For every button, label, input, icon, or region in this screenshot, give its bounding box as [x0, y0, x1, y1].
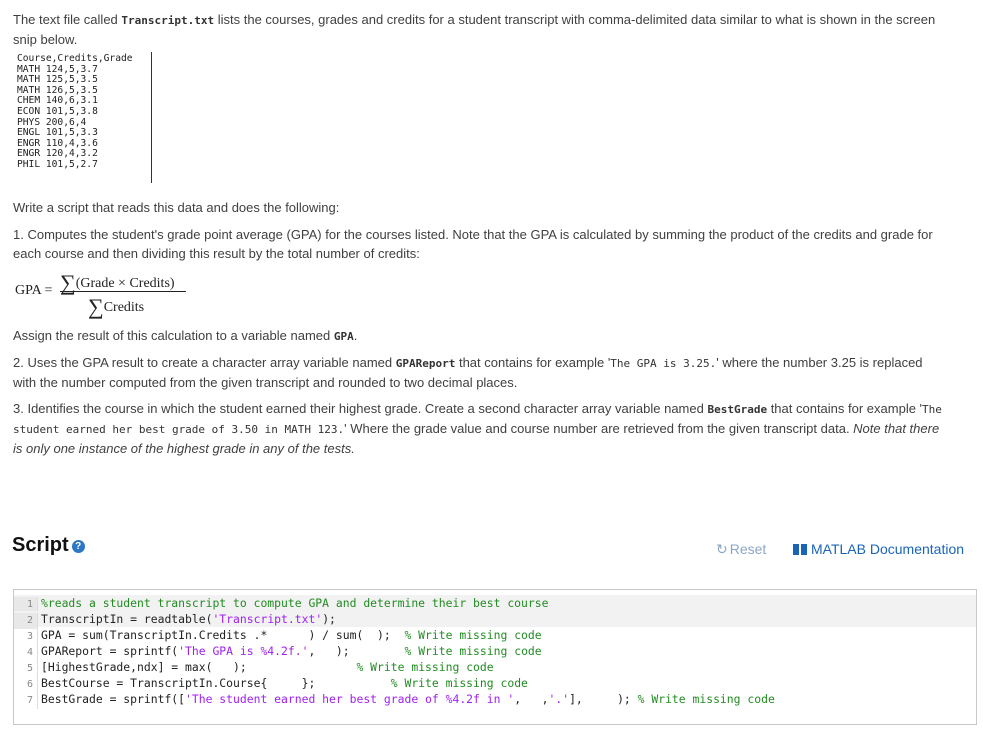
code-line[interactable]: 4 GPAReport = sprintf('The GPA is %4.2f.'… — [14, 643, 976, 661]
code-text: [HighestGrade,ndx] = max( ); — [41, 660, 357, 674]
step-3-text: 3. Identifies the course in which the st… — [13, 399, 943, 458]
script-heading: Script? — [12, 534, 85, 557]
snip-line: Course,Credits,Grade — [17, 53, 133, 64]
code-line[interactable]: 7 BestGrade = sprintf(['The student earne… — [14, 691, 976, 709]
var-gpa: GPA — [333, 330, 354, 343]
code-line[interactable]: 3 GPA = sum(TranscriptIn.Credits .* ) / s… — [14, 627, 976, 645]
code-text: GPA = sum(TranscriptIn.Credits .* ) / su… — [41, 628, 405, 642]
code-string: 'Transcript.txt' — [212, 612, 323, 626]
intro-paragraph: The text file called Transcript.txt list… — [13, 10, 943, 49]
filename: Transcript.txt — [121, 14, 215, 27]
step-2-text: 2. Uses the GPA result to create a chara… — [13, 353, 943, 392]
task-intro: Write a script that reads this data and … — [13, 200, 340, 215]
code-comment: % Write missing code — [390, 676, 528, 690]
fraction-bar — [60, 291, 186, 292]
formula-den-text: Credits — [103, 300, 145, 315]
snip-line: ECON 101,5,3.8 — [17, 105, 98, 117]
script-title: Script — [12, 534, 69, 556]
code-text: BestCourse = TranscriptIn.Course{ }; — [41, 676, 391, 690]
reset-button[interactable]: ↻ Reset — [716, 541, 766, 558]
code-string: '.' — [548, 692, 570, 706]
code-editor[interactable]: 1 %reads a student transcript to compute … — [13, 589, 977, 725]
code-text: BestGrade = sprintf([ — [41, 692, 186, 706]
step3-text-2: that contains for example ' — [767, 401, 923, 416]
doc-label: MATLAB Documentation — [811, 541, 965, 557]
code-comment: % Write missing code — [404, 644, 542, 658]
step3-text-1: 3. Identifies the course in which the st… — [13, 401, 708, 416]
code-comment: % Write missing code — [404, 628, 542, 642]
code-text: ], ); — [569, 692, 638, 706]
help-icon[interactable]: ? — [71, 540, 85, 553]
step2-example: The GPA is 3.25. — [610, 357, 717, 370]
gpa-formula: GPA = ∑(Grade × Credits) ∑Credits — [13, 270, 213, 320]
code-comment: % Write missing code — [637, 692, 775, 706]
code-text: ); — [322, 612, 336, 626]
book-icon — [793, 544, 807, 555]
formula-denominator: ∑Credits — [88, 294, 144, 320]
code-string: 'The GPA is %4.2f.' — [178, 644, 309, 658]
code-comment: %reads a student transcript to compute G… — [41, 596, 549, 610]
assign-text-2: . — [353, 328, 358, 343]
assign-text-1: Assign the result of this calculation to… — [13, 328, 334, 343]
code-comment: % Write missing code — [356, 660, 494, 674]
formula-lhs: GPA = — [15, 283, 53, 298]
formula-num-text: (Grade × Credits) — [75, 276, 175, 291]
formula-numerator: ∑(Grade × Credits) — [60, 270, 175, 296]
var-bestgrade: BestGrade — [707, 403, 768, 416]
reset-label: Reset — [729, 541, 767, 557]
code-line[interactable]: 2 TranscriptIn = readtable('Transcript.tx… — [14, 611, 976, 629]
intro-text: The text file called — [13, 12, 122, 27]
sigma-icon: ∑ — [88, 294, 104, 319]
code-text: , ); — [308, 644, 405, 658]
code-line[interactable]: 6 BestCourse = TranscriptIn.Course{ }; % … — [14, 675, 976, 693]
data-snip: Course,Credits,Grade MATH 124,5,3.7 MATH… — [13, 52, 152, 183]
assign-text: Assign the result of this calculation to… — [13, 326, 943, 346]
code-text: TranscriptIn = readtable( — [41, 612, 213, 626]
code-line[interactable]: 1 %reads a student transcript to compute … — [14, 595, 976, 613]
step2-text-1: 2. Uses the GPA result to create a chara… — [13, 355, 396, 370]
step2-text-2: that contains for example ' — [455, 355, 611, 370]
code-string: 'The student earned her best grade of %4… — [185, 692, 515, 706]
matlab-documentation-link[interactable]: MATLAB Documentation — [793, 541, 964, 557]
step-1-text: 1. Computes the student's grade point av… — [13, 227, 933, 261]
var-gpareport: GPAReport — [395, 357, 456, 370]
step3-text-3: ' Where the grade value and course numbe… — [344, 421, 854, 436]
code-text: GPAReport = sprintf( — [41, 644, 179, 658]
reset-icon: ↻ — [716, 541, 728, 557]
line-number: 7 — [14, 693, 38, 709]
code-text: , , — [514, 692, 549, 706]
code-line[interactable]: 5 [HighestGrade,ndx] = max( ); % Write mi… — [14, 659, 976, 677]
snip-line: PHIL 101,5,2.7 — [17, 158, 98, 170]
